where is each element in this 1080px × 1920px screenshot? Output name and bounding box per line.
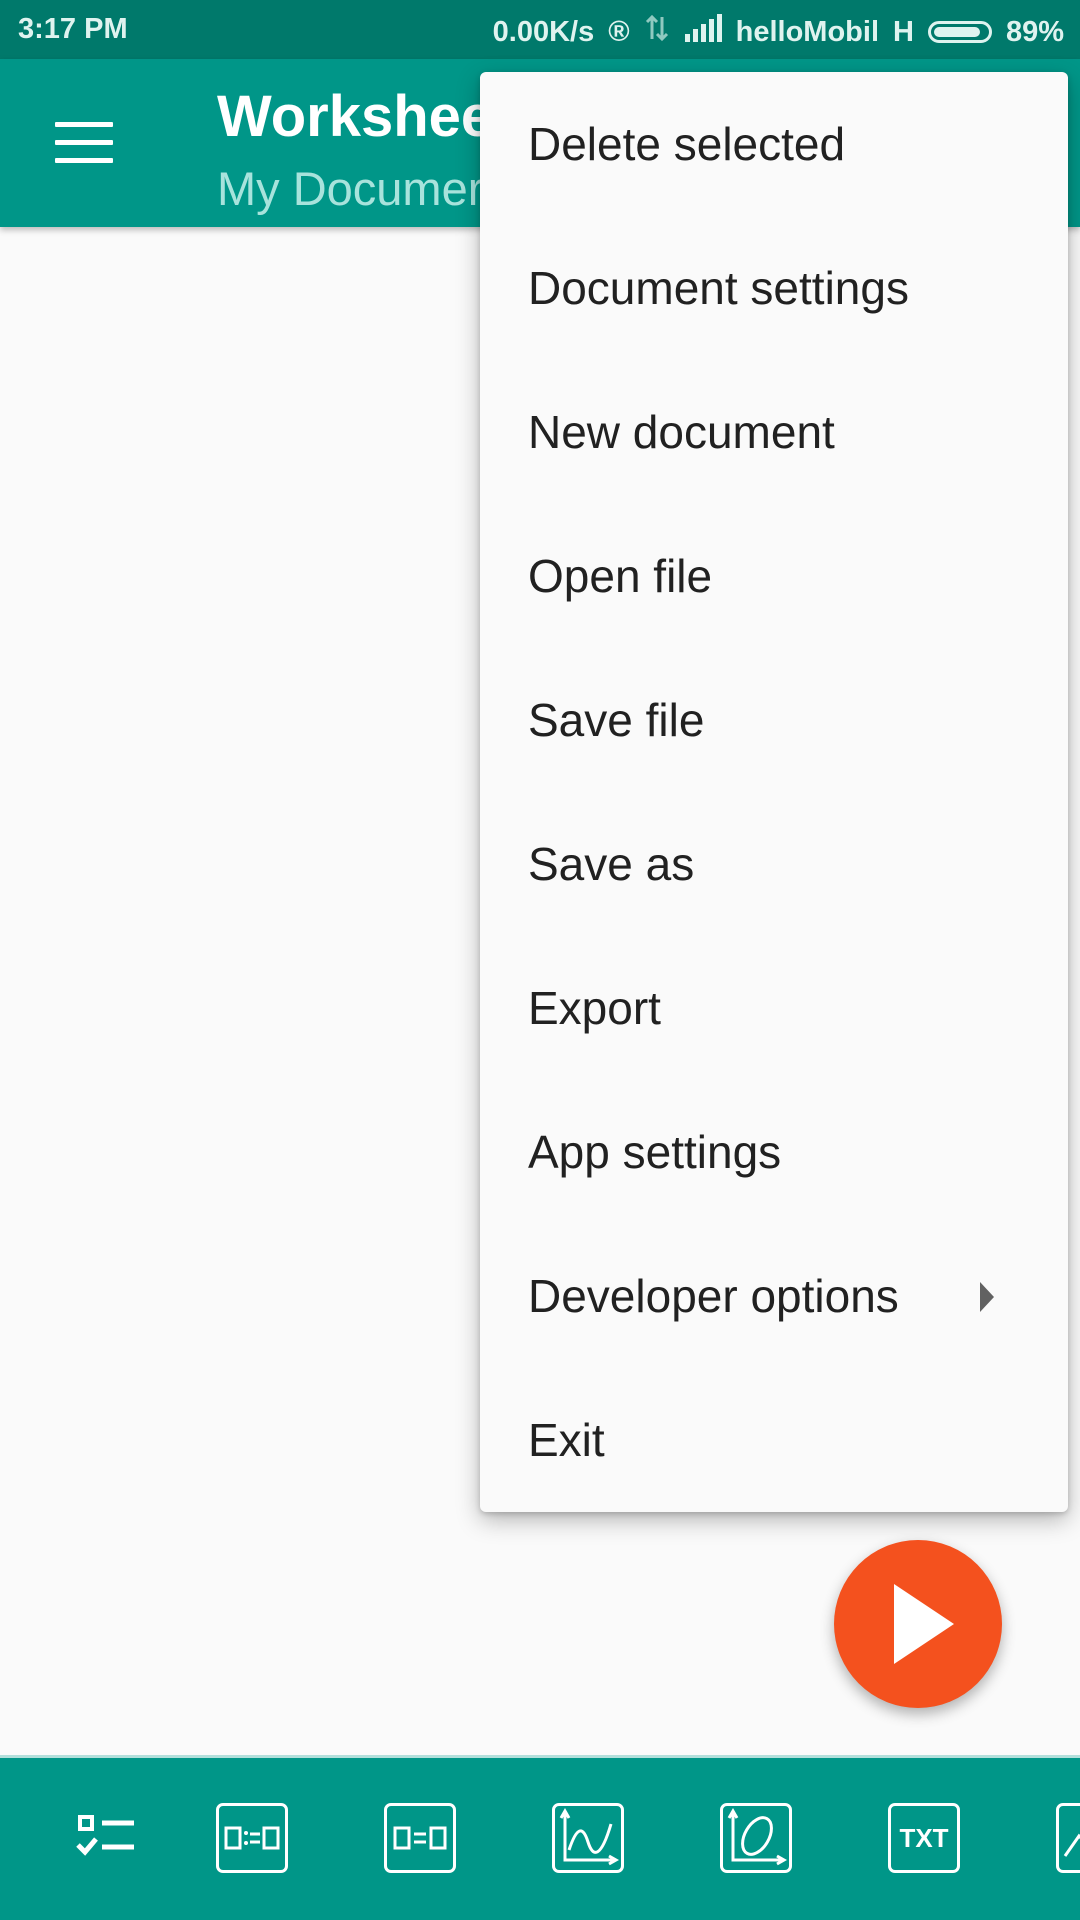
data-transfer-icon — [644, 13, 670, 51]
status-indicators: 0.00K/s ® helloMobil H 89% — [493, 13, 1064, 51]
menu-item-save-file[interactable]: Save file — [480, 648, 1068, 792]
menu-item-developer-options[interactable]: Developer options — [480, 1224, 1068, 1368]
battery-fill — [933, 27, 980, 37]
menu-item-label: New document — [528, 406, 835, 458]
equation-icon — [393, 1826, 447, 1850]
equation-button[interactable] — [384, 1803, 456, 1873]
menu-item-open-file[interactable]: Open file — [480, 504, 1068, 648]
text-button[interactable]: TXT — [888, 1803, 960, 1873]
menu-item-label: Save as — [528, 838, 695, 890]
battery-percent: 89% — [1005, 15, 1064, 48]
menu-item-new-document[interactable]: New document — [480, 360, 1068, 504]
assign-equation-button[interactable] — [216, 1803, 288, 1873]
menu-item-document-settings[interactable]: Document settings — [480, 216, 1068, 360]
page-title: Workshee — [217, 84, 494, 149]
battery-icon — [927, 21, 992, 43]
menu-item-exit[interactable]: Exit — [480, 1368, 1068, 1512]
menu-item-label: Document settings — [528, 262, 909, 314]
registered-icon: ® — [608, 15, 630, 48]
status-bar: 3:17 PM 0.00K/s ® helloMobil H 89% — [0, 0, 1080, 59]
menu-item-save-as[interactable]: Save as — [480, 792, 1068, 936]
network-type: H — [893, 15, 914, 48]
menu-hamburger-icon[interactable] — [55, 122, 113, 163]
bottom-toolbar: TXT — [0, 1755, 1080, 1920]
carrier-name: helloMobil — [735, 15, 879, 48]
overflow-menu: Delete selected Document settings New do… — [480, 72, 1068, 1512]
status-time: 3:17 PM — [18, 13, 128, 45]
run-button[interactable] — [834, 1540, 1002, 1708]
checklist-icon — [76, 1815, 134, 1856]
function-plot-icon — [559, 1807, 620, 1866]
more-tools-button[interactable] — [1056, 1803, 1080, 1873]
play-icon — [894, 1584, 954, 1664]
checklist-button[interactable] — [72, 1803, 144, 1873]
menu-item-app-settings[interactable]: App settings — [480, 1080, 1068, 1224]
menu-item-delete-selected[interactable]: Delete selected — [480, 72, 1068, 216]
menu-item-label: Exit — [528, 1414, 605, 1466]
assign-equation-icon — [224, 1826, 280, 1850]
menu-item-label: Export — [528, 982, 661, 1034]
menu-item-label: Save file — [528, 694, 705, 746]
more-tools-icon — [1063, 1833, 1080, 1857]
parametric-plot-button[interactable] — [720, 1803, 792, 1873]
menu-item-label: App settings — [528, 1126, 782, 1178]
network-speed: 0.00K/s — [492, 15, 595, 48]
parametric-plot-icon — [727, 1807, 788, 1866]
menu-item-export[interactable]: Export — [480, 936, 1068, 1080]
function-plot-button[interactable] — [552, 1803, 624, 1873]
signal-icon — [684, 14, 722, 50]
menu-item-label: Delete selected — [528, 118, 846, 170]
text-icon: TXT — [899, 1823, 949, 1853]
submenu-arrow-icon — [980, 1282, 994, 1312]
menu-item-label: Open file — [528, 550, 713, 602]
page-subtitle: My Documer — [217, 162, 484, 215]
menu-item-label: Developer options — [528, 1270, 899, 1322]
